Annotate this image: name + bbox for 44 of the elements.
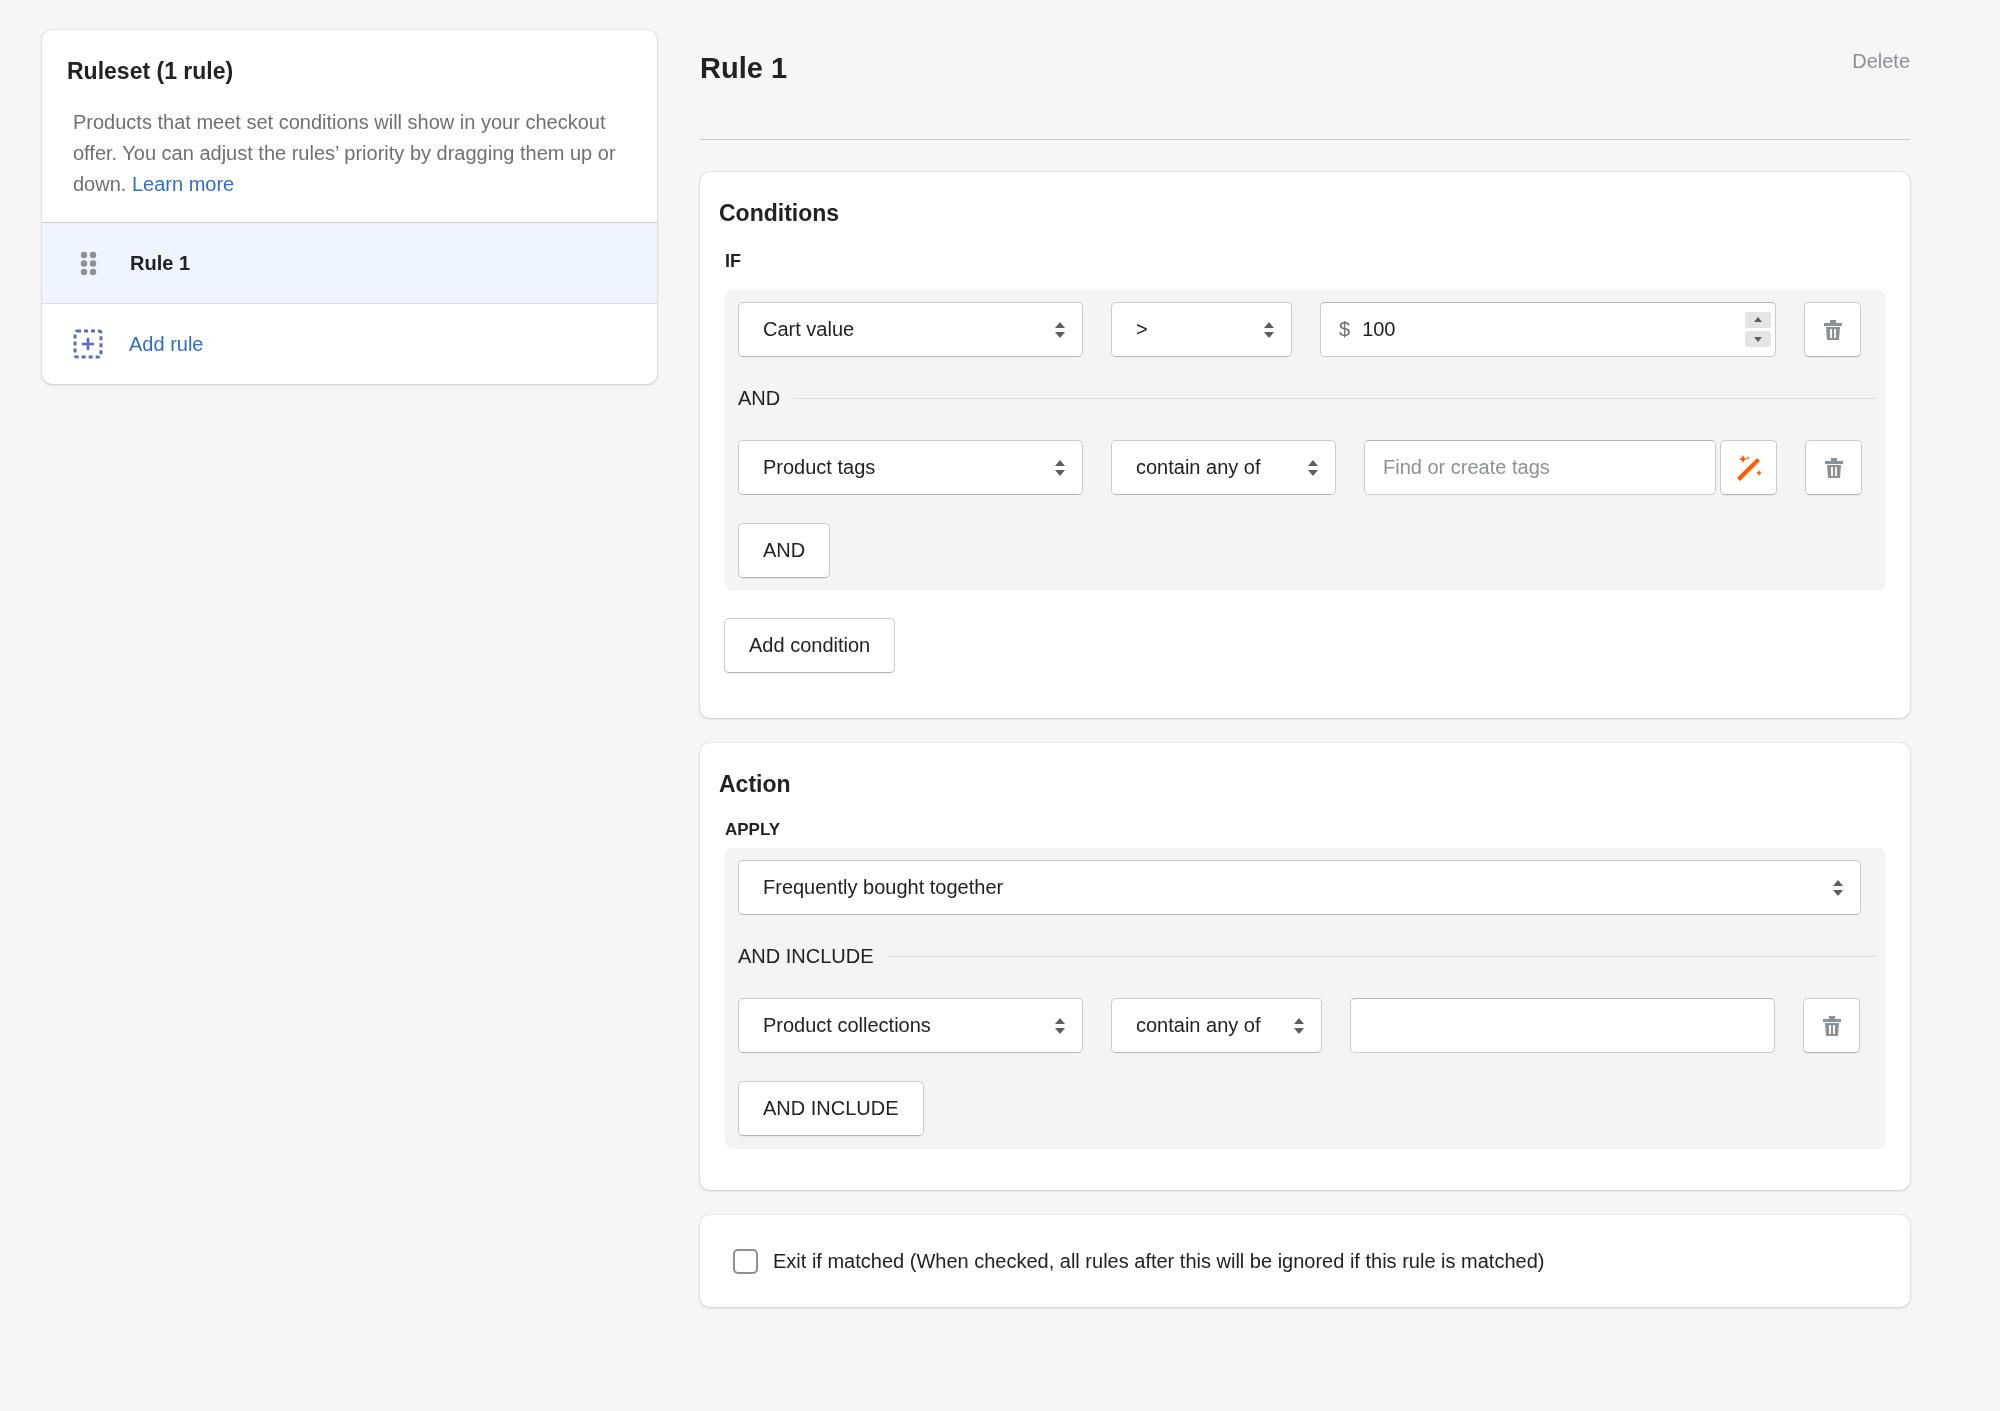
apply-label: APPLY (725, 820, 782, 840)
up-down-arrows-icon (1054, 320, 1066, 339)
exit-checkbox-label: Exit if matched (When checked, all rules after this will be ignored if this rule is matched) (773, 1249, 1545, 1273)
field-select[interactable]: Cart value (738, 302, 1083, 357)
field-select[interactable]: Product collections (738, 998, 1083, 1053)
delete-condition-button[interactable] (1803, 998, 1860, 1053)
operator-select[interactable]: contain any of (1111, 998, 1322, 1053)
add-rule-button[interactable]: Add rule (42, 303, 657, 384)
operator-select[interactable]: contain any of (1111, 440, 1336, 495)
if-label: IF (725, 251, 742, 272)
learn-more-link[interactable]: Learn more (131, 173, 235, 195)
trash-icon (1821, 1014, 1842, 1037)
and-button[interactable]: AND (738, 523, 831, 578)
up-down-arrows-icon (1293, 1016, 1305, 1035)
dashed-plus-icon (73, 329, 103, 359)
trash-icon (1822, 318, 1843, 341)
rule-title: Rule 1 (700, 52, 788, 85)
up-down-arrows-icon (1054, 1016, 1066, 1035)
joiner-label: AND INCLUDE (738, 944, 874, 968)
and-include-button[interactable]: AND INCLUDE (738, 1081, 924, 1136)
collections-input-field[interactable] (1350, 998, 1775, 1053)
operator-select[interactable]: > (1111, 302, 1292, 357)
conditions-title: Conditions (719, 200, 841, 227)
exit-checkbox[interactable] (733, 1248, 758, 1274)
magic-wand-button[interactable] (1720, 440, 1777, 495)
apply-select[interactable]: Frequently bought together (738, 860, 1861, 915)
trash-icon (1823, 456, 1844, 479)
field-select[interactable]: Product tags (738, 440, 1083, 495)
rule-list-item[interactable]: Rule 1 (42, 222, 657, 303)
amount-field[interactable]: $ 100 (1320, 302, 1776, 357)
ruleset-title: Ruleset (1 rule) (67, 58, 235, 85)
up-down-arrows-icon (1054, 458, 1066, 477)
delete-condition-button[interactable] (1805, 440, 1862, 495)
action-title: Action (719, 771, 792, 798)
ruleset-description: Products that meet set conditions will show in your checkout offer. You can adjust the rules’ priority by dragging them up or down. Learn more (73, 110, 617, 197)
tags-input-field[interactable]: Find or create tags (1364, 440, 1716, 495)
up-down-arrows-icon (1307, 458, 1319, 477)
drag-handle-icon[interactable] (80, 250, 97, 276)
stepper-icon[interactable] (1745, 311, 1771, 348)
add-condition-button[interactable]: Add condition (724, 618, 896, 673)
delete-condition-button[interactable] (1804, 302, 1861, 357)
up-down-arrows-icon (1832, 878, 1844, 897)
joiner-label: AND (738, 386, 781, 410)
up-down-arrows-icon (1263, 320, 1275, 339)
